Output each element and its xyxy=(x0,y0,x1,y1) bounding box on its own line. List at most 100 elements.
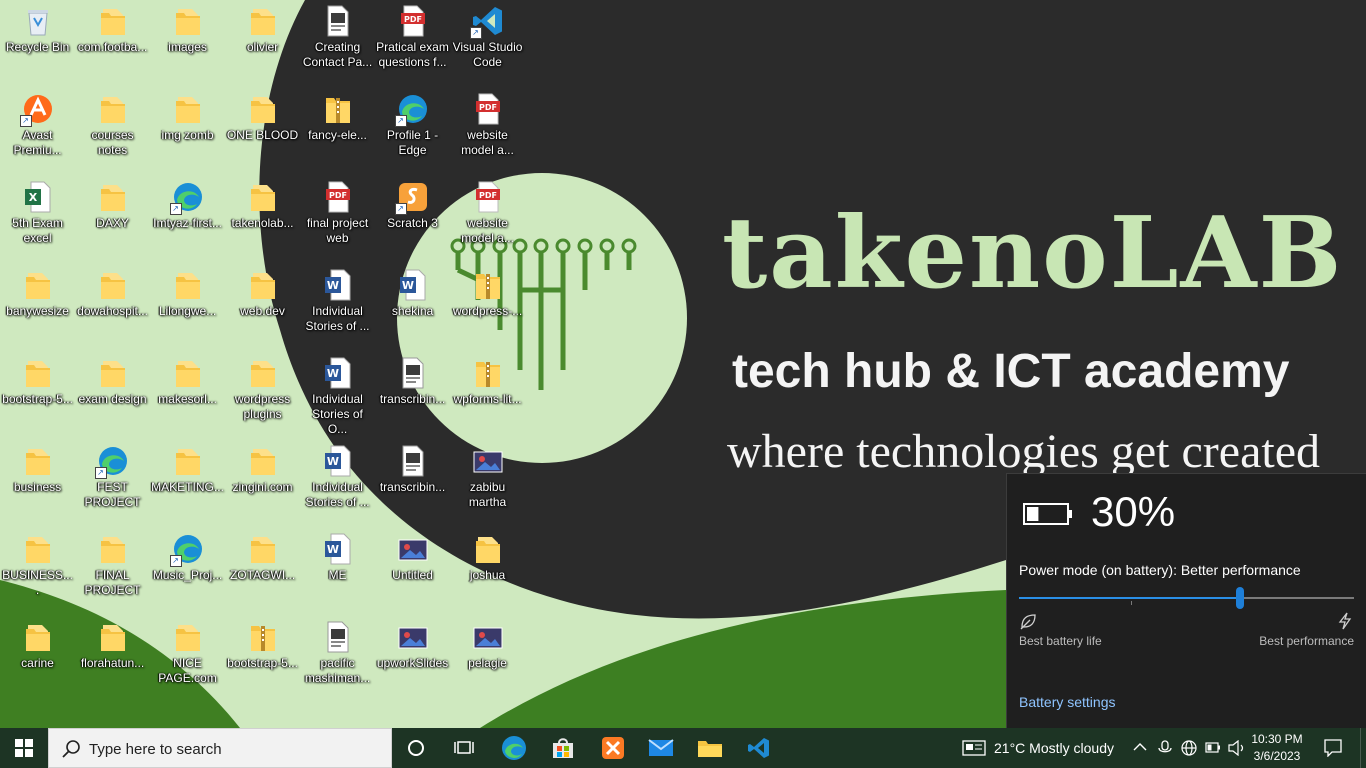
desktop-icon[interactable]: img zomb xyxy=(150,88,225,176)
desktop-icon-label: bootstrap-5... xyxy=(2,392,73,406)
taskbar-search-box[interactable]: Type here to search xyxy=(48,728,392,768)
desktop-icon[interactable]: carine xyxy=(0,616,75,704)
desktop-icon[interactable]: business xyxy=(0,440,75,528)
mail-taskbar-button[interactable] xyxy=(637,728,685,768)
desktop-icon[interactable]: images xyxy=(150,0,225,88)
desktop-icon[interactable]: wpforms-lit... xyxy=(450,352,525,440)
edge-icon: ↗ xyxy=(169,533,204,567)
desktop-icon[interactable]: exam design xyxy=(75,352,150,440)
desktop-icon-label: images xyxy=(168,40,207,54)
svg-text:PDF: PDF xyxy=(479,191,497,200)
desktop-icon[interactable]: bootstrap-5... xyxy=(0,352,75,440)
desktop-icon[interactable]: com.footba... xyxy=(75,0,150,88)
shortcut-arrow-icon: ↗ xyxy=(469,27,482,39)
desktop-icon[interactable]: PDF final project web xyxy=(300,176,375,264)
desktop-icon[interactable]: ↗ Profile 1 - Edge xyxy=(375,88,450,176)
desktop-icon[interactable]: DAXY xyxy=(75,176,150,264)
desktop-icon[interactable]: W ME xyxy=(300,528,375,616)
desktop-icon[interactable]: banywesize xyxy=(0,264,75,352)
battery-tray-icon[interactable] xyxy=(1205,742,1221,753)
power-mode-slider[interactable] xyxy=(1019,587,1354,609)
desktop-icon[interactable]: ZOTAGWI... xyxy=(225,528,300,616)
desktop-icon[interactable]: BUSINESS.... xyxy=(0,528,75,616)
desktop-icon[interactable]: wordpress-... xyxy=(450,264,525,352)
desktop-icon[interactable]: zabibu martha xyxy=(450,440,525,528)
weather-news-icon[interactable] xyxy=(962,740,986,756)
microphone-icon[interactable] xyxy=(1157,740,1173,756)
desktop-icon[interactable]: W Individual Stories of O... xyxy=(300,352,375,440)
notification-icon[interactable] xyxy=(1324,739,1342,757)
desktop-icon-label: Untitled xyxy=(392,568,433,582)
vscode-taskbar-button[interactable] xyxy=(735,728,783,768)
desktop-icon[interactable]: transcribin... xyxy=(375,440,450,528)
desktop-icon-label: transcribin... xyxy=(379,392,446,406)
edge-taskbar-button[interactable] xyxy=(490,728,538,768)
desktop-icon[interactable]: Creating Contact Pa... xyxy=(300,0,375,88)
volume-icon[interactable] xyxy=(1228,740,1246,756)
desktop-icon[interactable]: ↗ Imtyaz-first... xyxy=(150,176,225,264)
desktop-icon[interactable]: transcribin... xyxy=(375,352,450,440)
store-taskbar-button[interactable] xyxy=(539,728,587,768)
cortana-button[interactable] xyxy=(392,728,440,768)
desktop-icon[interactable]: W Individual Stories of ... xyxy=(300,264,375,352)
desktop-icon-label: pelagie xyxy=(468,656,507,670)
weather-text[interactable]: 21°C Mostly cloudy xyxy=(994,740,1114,756)
desktop-icon-label: courses notes xyxy=(91,128,134,157)
desktop-icon-label: final project web xyxy=(306,216,369,245)
file-explorer-taskbar-button[interactable] xyxy=(686,728,734,768)
desktop-icon-label: ZOTAGWI... xyxy=(229,568,296,582)
leaf-icon xyxy=(1020,614,1036,630)
desktop-icon[interactable]: ONE BLOOD xyxy=(225,88,300,176)
desktop-icon[interactable]: Wshekina xyxy=(375,264,450,352)
desktop-icon[interactable]: Untitled xyxy=(375,528,450,616)
network-globe-icon[interactable] xyxy=(1181,740,1197,756)
desktop-icon-label: ME xyxy=(328,568,347,582)
desktop-icon[interactable]: X 5th Exam excel xyxy=(0,176,75,264)
slider-thumb[interactable] xyxy=(1236,587,1245,609)
desktop-icon[interactable]: PDF website model a... xyxy=(450,176,525,264)
desktop-icon[interactable]: ↗ Music_Proj... xyxy=(150,528,225,616)
desktop-icon[interactable]: ↗ Visual Studio Code xyxy=(450,0,525,88)
svg-text:PDF: PDF xyxy=(329,191,347,200)
desktop-icon[interactable]: olivier xyxy=(225,0,300,88)
desktop-icon[interactable]: ↗ Scratch 3 xyxy=(375,176,450,264)
desktop-icon[interactable]: PDF Pratical exam questions f... xyxy=(375,0,450,88)
desktop-icon-label: wordpress plugins xyxy=(234,392,291,421)
desktop-icon[interactable]: bootstrap-5... xyxy=(225,616,300,704)
desktop-icon[interactable]: NICE PAGE.com xyxy=(150,616,225,704)
desktop-icon[interactable]: zingini.com xyxy=(225,440,300,528)
desktop-icon[interactable]: florahatun... xyxy=(75,616,150,704)
desktop-icon[interactable]: makesorl... xyxy=(150,352,225,440)
desktop-icon-label: wpforms-lit... xyxy=(453,392,522,406)
desktop-icon[interactable]: Recycle Bin xyxy=(0,0,75,88)
desktop-icon[interactable]: W Individual Stories of ... xyxy=(300,440,375,528)
desktop-icon[interactable]: courses notes xyxy=(75,88,150,176)
desktop-icon[interactable]: pacific mashiman... xyxy=(300,616,375,704)
desktop-icon[interactable]: PDF website model a... xyxy=(450,88,525,176)
desktop-icon[interactable]: takenolab... xyxy=(225,176,300,264)
scratch-icon: ↗ xyxy=(394,181,429,215)
desktop-icon[interactable]: wordpress plugins xyxy=(225,352,300,440)
desktop-icon-label: website model a... xyxy=(461,216,514,245)
chevron-up-icon[interactable] xyxy=(1133,742,1147,752)
desktop-icon[interactable]: MAKETING... xyxy=(150,440,225,528)
desktop-icon-label: MAKETING... xyxy=(151,480,224,494)
show-desktop-button[interactable] xyxy=(1360,728,1366,768)
desktop-icon-label: Pratical exam questions f... xyxy=(376,40,449,69)
battery-settings-link[interactable]: Battery settings xyxy=(1019,694,1116,710)
desktop-icon[interactable]: pelagie xyxy=(450,616,525,704)
taskbar-clock[interactable]: 10:30 PM 3/6/2023 xyxy=(1250,731,1304,765)
start-button[interactable] xyxy=(0,728,48,768)
desktop-icon[interactable]: FINAL PROJECT xyxy=(75,528,150,616)
desktop-icon[interactable]: web.dev xyxy=(225,264,300,352)
desktop-icon[interactable]: ↗ FEST PROJECT xyxy=(75,440,150,528)
desktop-icon[interactable]: upworkSlides xyxy=(375,616,450,704)
desktop-icon[interactable]: Lilongwe... xyxy=(150,264,225,352)
desktop-icon[interactable]: fancy-ele... xyxy=(300,88,375,176)
desktop-icon[interactable]: ↗ Avast Premiu... xyxy=(0,88,75,176)
desktop-icon[interactable]: joshua xyxy=(450,528,525,616)
task-view-button[interactable] xyxy=(440,728,488,768)
desktop-icon-label: img zomb xyxy=(161,128,214,142)
xampp-taskbar-button[interactable] xyxy=(589,728,637,768)
desktop-icon[interactable]: dowahospit... xyxy=(75,264,150,352)
